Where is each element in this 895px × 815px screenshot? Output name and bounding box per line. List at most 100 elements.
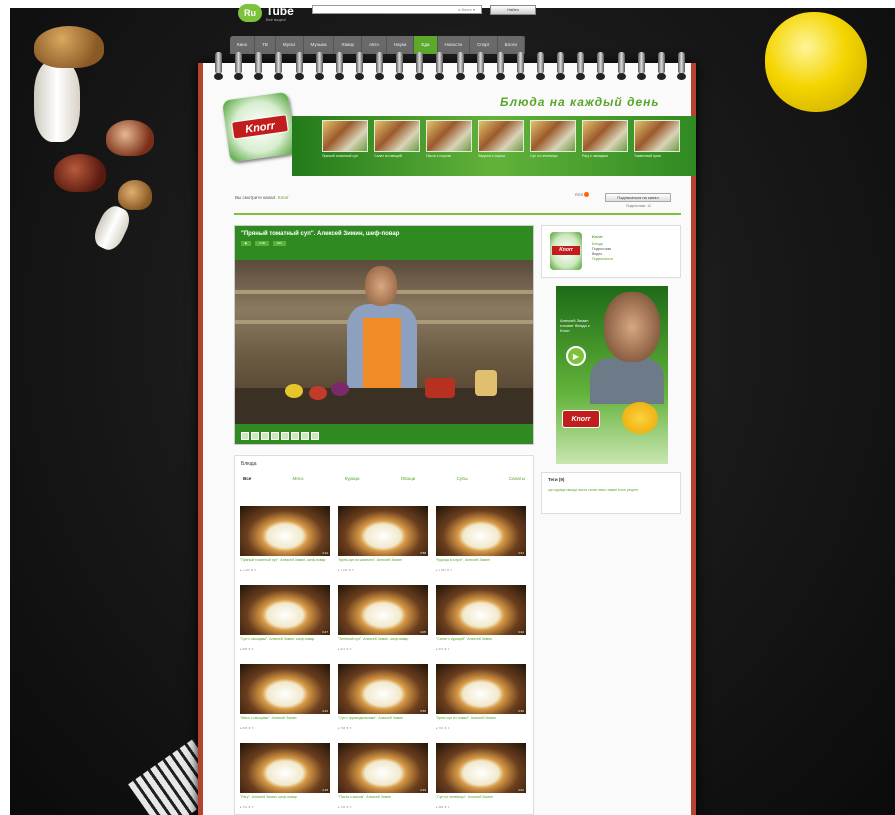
knorr-logo[interactable]: Knorr xyxy=(222,91,296,163)
rss-label[interactable]: RSS xyxy=(575,192,583,197)
video-thumbnail[interactable] xyxy=(426,120,472,152)
info-icon[interactable] xyxy=(271,432,279,440)
dish-caption[interactable]: "Салат с курицей". Алексей Зимин xyxy=(436,637,528,645)
filter-tab[interactable]: Мясо xyxy=(292,476,303,481)
dish-item[interactable]: 4:12 "Пряный томатный суп". Алексей Зимин… xyxy=(240,506,332,585)
strip-caption[interactable]: Закуска с сыром xyxy=(478,154,524,158)
breadcrumb-channel-link[interactable]: Knorr xyxy=(278,195,289,200)
play-icon[interactable]: ▶ xyxy=(566,346,586,366)
dish-thumbnail[interactable]: 4:40 xyxy=(240,664,330,714)
channel-avatar[interactable]: Knorr xyxy=(550,232,582,270)
video-player[interactable]: "Пряный томатный суп". Алексей Зимин, ше… xyxy=(234,225,534,445)
channel-card: Knorr Knorr Блюда Подписчики Видео Подпи… xyxy=(541,225,681,278)
search-scope-select[interactable]: в блоге xyxy=(458,7,472,12)
dish-thumbnail[interactable]: 3:47 xyxy=(240,585,330,635)
dish-item[interactable]: 4:02 "Суп из чечевицы". Алексей Зимин ▸ 68… xyxy=(436,743,528,815)
strip-video[interactable]: Закуска с сыром xyxy=(478,120,524,176)
dish-caption[interactable]: "Крем-суп из тыквы". Алексей Зимин xyxy=(436,716,528,724)
filter-tab[interactable]: Овощи xyxy=(401,476,416,481)
hd-icon[interactable] xyxy=(301,432,309,440)
dish-meta: ▸ 1 034 ★ 4 xyxy=(436,568,452,572)
rss-link[interactable]: RSS xyxy=(575,192,590,198)
strip-caption[interactable]: Пряный томатный суп xyxy=(322,154,368,158)
strip-caption[interactable]: Паста с соусом xyxy=(426,154,472,158)
dish-thumbnail[interactable]: 3:22 xyxy=(436,585,526,635)
dish-thumbnail[interactable]: 4:05 xyxy=(338,585,428,635)
filter-tab[interactable]: Салаты xyxy=(509,476,525,481)
channel-name[interactable]: Knorr xyxy=(592,234,603,239)
dish-thumbnail[interactable]: 3:58 xyxy=(338,506,428,556)
play-button[interactable]: ▶ xyxy=(241,241,252,246)
strip-video[interactable]: Пряный томатный суп xyxy=(322,120,368,176)
dish-duration: 4:31 xyxy=(518,551,524,555)
dish-item[interactable]: 3:22 "Салат с курицей". Алексей Зимин ▸ 87… xyxy=(436,585,528,664)
dish-item[interactable]: 3:47 "Суп с овощами". Алексей Зимин, шеф-… xyxy=(240,585,332,664)
dish-item[interactable]: 3:55 "Суп с фрикадельками". Алексей Зимин… xyxy=(338,664,430,743)
settings-icon[interactable] xyxy=(291,432,299,440)
video-thumbnail[interactable] xyxy=(530,120,576,152)
video-thumbnail[interactable] xyxy=(374,120,420,152)
search-button[interactable]: Найти xyxy=(490,5,536,15)
strip-caption[interactable]: Тыквенный крем xyxy=(634,154,680,158)
share-icon[interactable] xyxy=(261,432,269,440)
section-divider xyxy=(234,213,681,215)
dish-caption[interactable]: "Рагу". Алексей Зимин, шеф-повар xyxy=(240,795,332,803)
dish-caption[interactable]: "Курица в соусе". Алексей Зимин xyxy=(436,558,528,566)
video-frame[interactable] xyxy=(235,260,533,424)
tags-panel: Теги (9) суп курица овощи паста салат мя… xyxy=(541,472,681,514)
dish-item[interactable]: 3:30 "Крем-суп из тыквы". Алексей Зимин ▸ … xyxy=(436,664,528,743)
dish-thumbnail[interactable]: 3:49 xyxy=(338,743,428,793)
dish-item[interactable]: 4:40 "Мясо с овощами". Алексей Зимин ▸ 845… xyxy=(240,664,332,743)
embed-icon[interactable] xyxy=(281,432,289,440)
dish-item[interactable]: 3:58 "Крем-суп из шпината". Алексей Зимин… xyxy=(338,506,430,585)
channel-slogan: Блюда на каждый день xyxy=(500,95,660,109)
strip-video[interactable]: Суп из чечевицы xyxy=(530,120,576,176)
strip-video[interactable]: Паста с соусом xyxy=(426,120,472,176)
advertisement-banner[interactable]: Алексей Зимин готовит блюда с Knorr ▶ Kn… xyxy=(556,286,668,464)
filter-tab[interactable]: Супы xyxy=(457,476,468,481)
video-thumbnail[interactable] xyxy=(634,120,680,152)
channel-subscribe-link[interactable]: Подписаться xyxy=(592,257,613,262)
dish-item[interactable]: 3:49 "Паста с мясом". Алексей Зимин ▸ 702 … xyxy=(338,743,430,815)
fullscreen-icon[interactable] xyxy=(311,432,319,440)
strip-video[interactable]: Рагу с овощами xyxy=(582,120,628,176)
strip-video[interactable]: Тыквенный крем xyxy=(634,120,680,176)
channel-breadcrumb: Вы смотрите канал: Knorr xyxy=(235,195,289,200)
dish-thumbnail[interactable]: 3:55 xyxy=(338,664,428,714)
dish-item[interactable]: 4:31 "Курица в соусе". Алексей Зимин ▸ 1 0… xyxy=(436,506,528,585)
dish-thumbnail[interactable]: 4:12 xyxy=(240,506,330,556)
rss-icon[interactable] xyxy=(584,192,590,198)
dish-item[interactable]: 4:18 "Рагу". Алексей Зимин, шеф-повар ▸ 73… xyxy=(240,743,332,815)
strip-caption[interactable]: Суп из чечевицы xyxy=(530,154,576,158)
strip-video[interactable]: Салат из овощей xyxy=(374,120,420,176)
rewind-icon[interactable] xyxy=(241,432,249,440)
dish-caption[interactable]: "Пряный томатный суп". Алексей Зимин, ше… xyxy=(240,558,332,566)
video-thumbnail[interactable] xyxy=(322,120,368,152)
dish-item[interactable]: 4:05 "Зелёный суп". Алексей Зимин, шеф-по… xyxy=(338,585,430,664)
strip-caption[interactable]: Салат из овощей xyxy=(374,154,420,158)
filter-tab[interactable]: Курица xyxy=(345,476,360,481)
dish-thumbnail[interactable]: 4:31 xyxy=(436,506,526,556)
dish-caption[interactable]: "Крем-суп из шпината". Алексей Зимин xyxy=(338,558,430,566)
video-thumbnail[interactable] xyxy=(582,120,628,152)
dish-caption[interactable]: "Суп с овощами". Алексей Зимин, шеф-пова… xyxy=(240,637,332,645)
filter-tab-active[interactable]: Все xyxy=(243,476,251,481)
volume-icon[interactable] xyxy=(251,432,259,440)
video-thumbnail[interactable] xyxy=(478,120,524,152)
dish-caption[interactable]: "Паста с мясом". Алексей Зимин xyxy=(338,795,430,803)
dish-thumbnail[interactable]: 3:30 xyxy=(436,664,526,714)
dish-caption[interactable]: "Зелёный суп". Алексей Зимин, шеф-повар xyxy=(338,637,430,645)
strip-caption[interactable]: Рагу с овощами xyxy=(582,154,628,158)
quality-button[interactable]: HD xyxy=(273,241,286,246)
subscribe-button[interactable]: Подписаться на канал xyxy=(605,193,671,202)
search-input[interactable]: в блоге ▾ xyxy=(312,5,482,14)
dish-caption[interactable]: "Мясо с овощами". Алексей Зимин xyxy=(240,716,332,724)
rutube-logo-badge: Ru xyxy=(238,4,262,22)
dish-thumbnail[interactable]: 4:18 xyxy=(240,743,330,793)
dish-caption[interactable]: "Суп из чечевицы". Алексей Зимин xyxy=(436,795,528,803)
rutube-logo[interactable]: Ru Tube Всё видео! xyxy=(238,2,294,24)
dish-caption[interactable]: "Суп с фрикадельками". Алексей Зимин xyxy=(338,716,430,724)
tags-list[interactable]: суп курица овощи паста салат мясо зимин … xyxy=(548,488,674,493)
dish-thumbnail[interactable]: 4:02 xyxy=(436,743,526,793)
dishes-title: Блюда xyxy=(241,461,257,467)
